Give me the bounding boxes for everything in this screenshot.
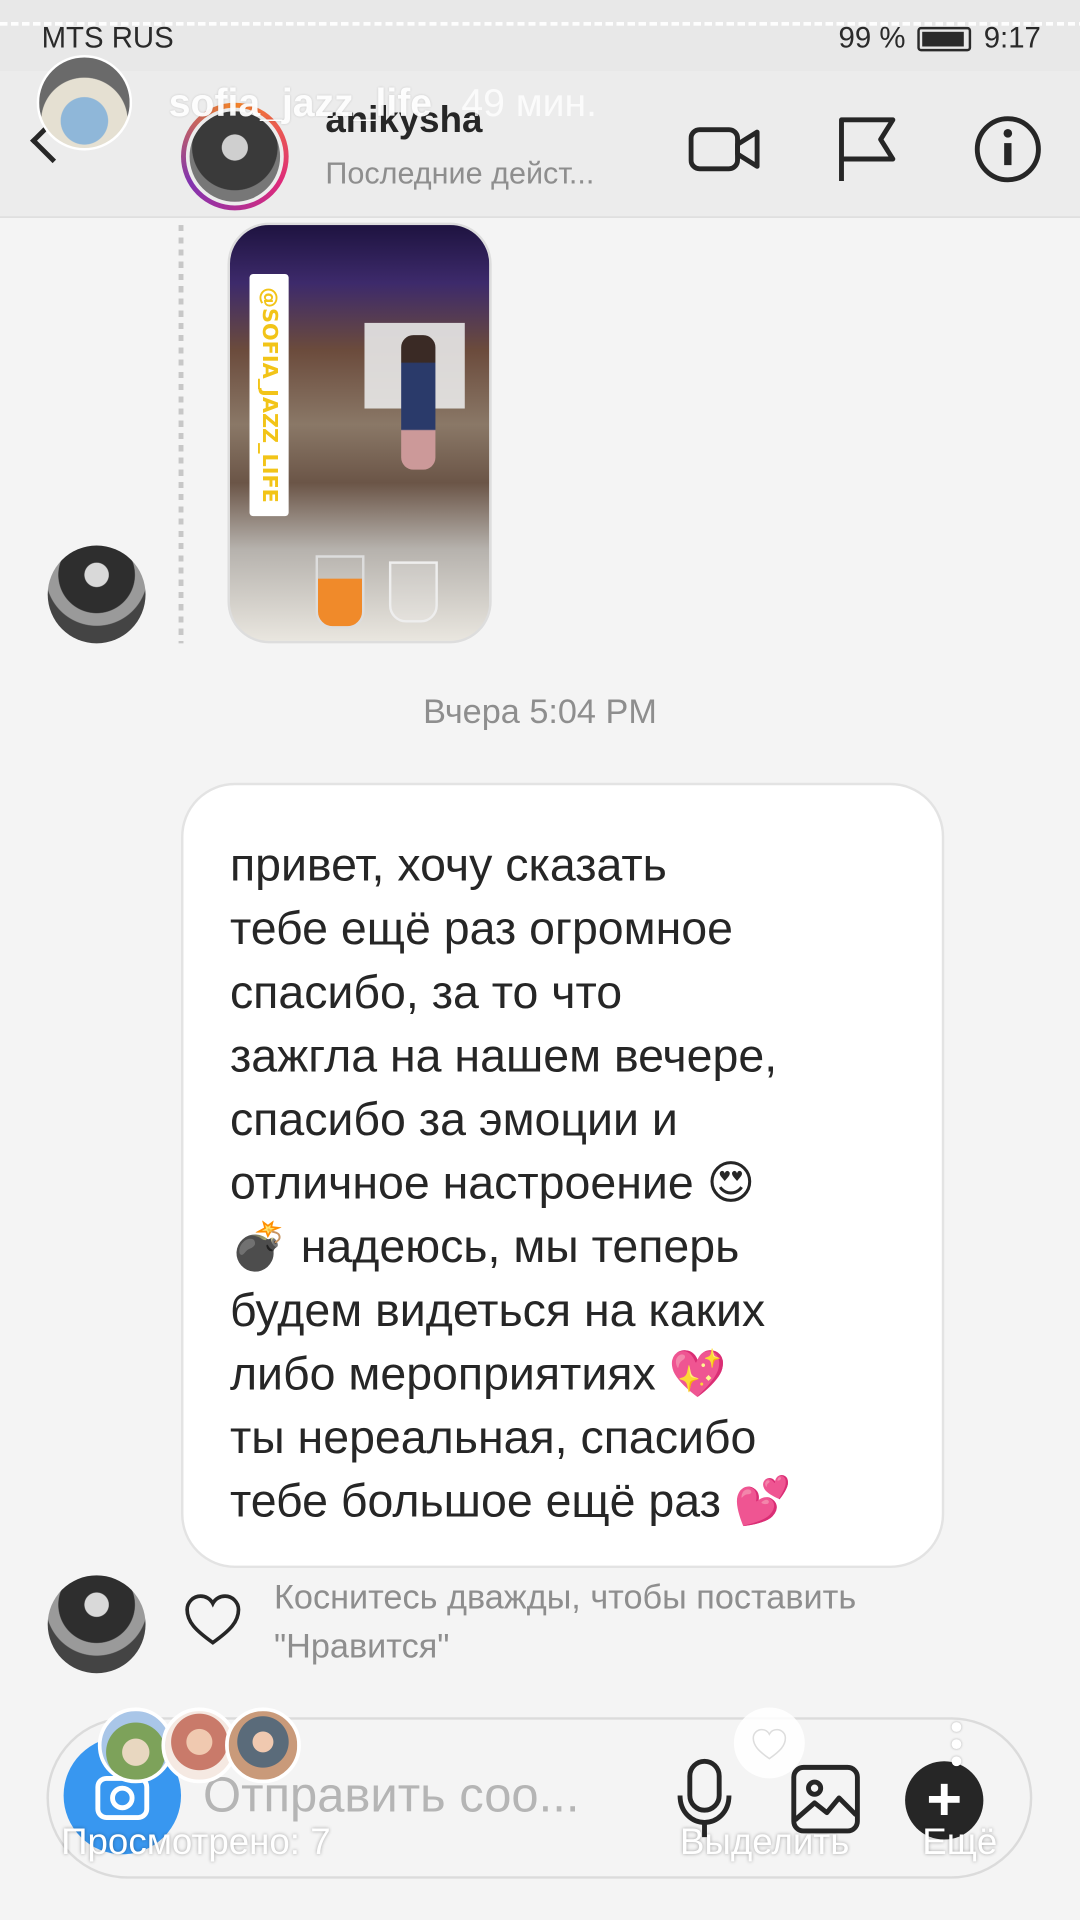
story-reply-line (178, 225, 184, 644)
battery-icon (917, 26, 972, 52)
more-label[interactable]: Ещё (922, 1822, 997, 1864)
double-tap-hint: Коснитесь дважды, чтобы поставить "Нрави… (273, 1577, 857, 1665)
highlight-button[interactable] (733, 1707, 805, 1779)
message-bubble[interactable]: привет, хочу сказать тебе ещё раз огромн… (181, 782, 945, 1569)
clock: 9:17 (983, 22, 1041, 56)
story-time: 49 мин. (461, 80, 598, 125)
story-mention-tag: @SOFIA_JAZZ_LIFE (249, 273, 289, 517)
thread-status: Последние дейст... (325, 156, 595, 191)
sender-avatar[interactable] (47, 545, 146, 644)
sender-avatar[interactable] (47, 1575, 146, 1674)
story-owner-avatar[interactable] (36, 55, 133, 151)
story-viewers[interactable] (97, 1707, 301, 1784)
video-call-icon[interactable] (688, 113, 762, 186)
more-icon[interactable] (951, 1722, 964, 1773)
story-username[interactable]: sofia_jazz_life (169, 80, 432, 125)
info-icon[interactable] (971, 113, 1044, 186)
message-timestamp: Вчера 5:04 PM (423, 692, 657, 731)
battery-percent: 99 % (838, 22, 906, 56)
screen: MTS RUS 99 % 9:17 anikysha Последние дей… (0, 0, 1080, 1920)
highlight-label[interactable]: Выделить (680, 1822, 849, 1864)
status-right: 99 % 9:17 (839, 22, 1041, 56)
shared-story-thumbnail[interactable]: @SOFIA_JAZZ_LIFE (227, 222, 492, 644)
viewed-count[interactable]: Просмотрено: 7 (61, 1822, 330, 1864)
heart-icon[interactable] (183, 1592, 242, 1646)
carrier-label: MTS RUS (41, 22, 174, 56)
viewer-avatar (225, 1707, 301, 1784)
heart-icon (752, 1728, 787, 1760)
story-owner: sofia_jazz_life 49 мин. (36, 55, 598, 151)
flag-icon[interactable] (832, 113, 905, 186)
